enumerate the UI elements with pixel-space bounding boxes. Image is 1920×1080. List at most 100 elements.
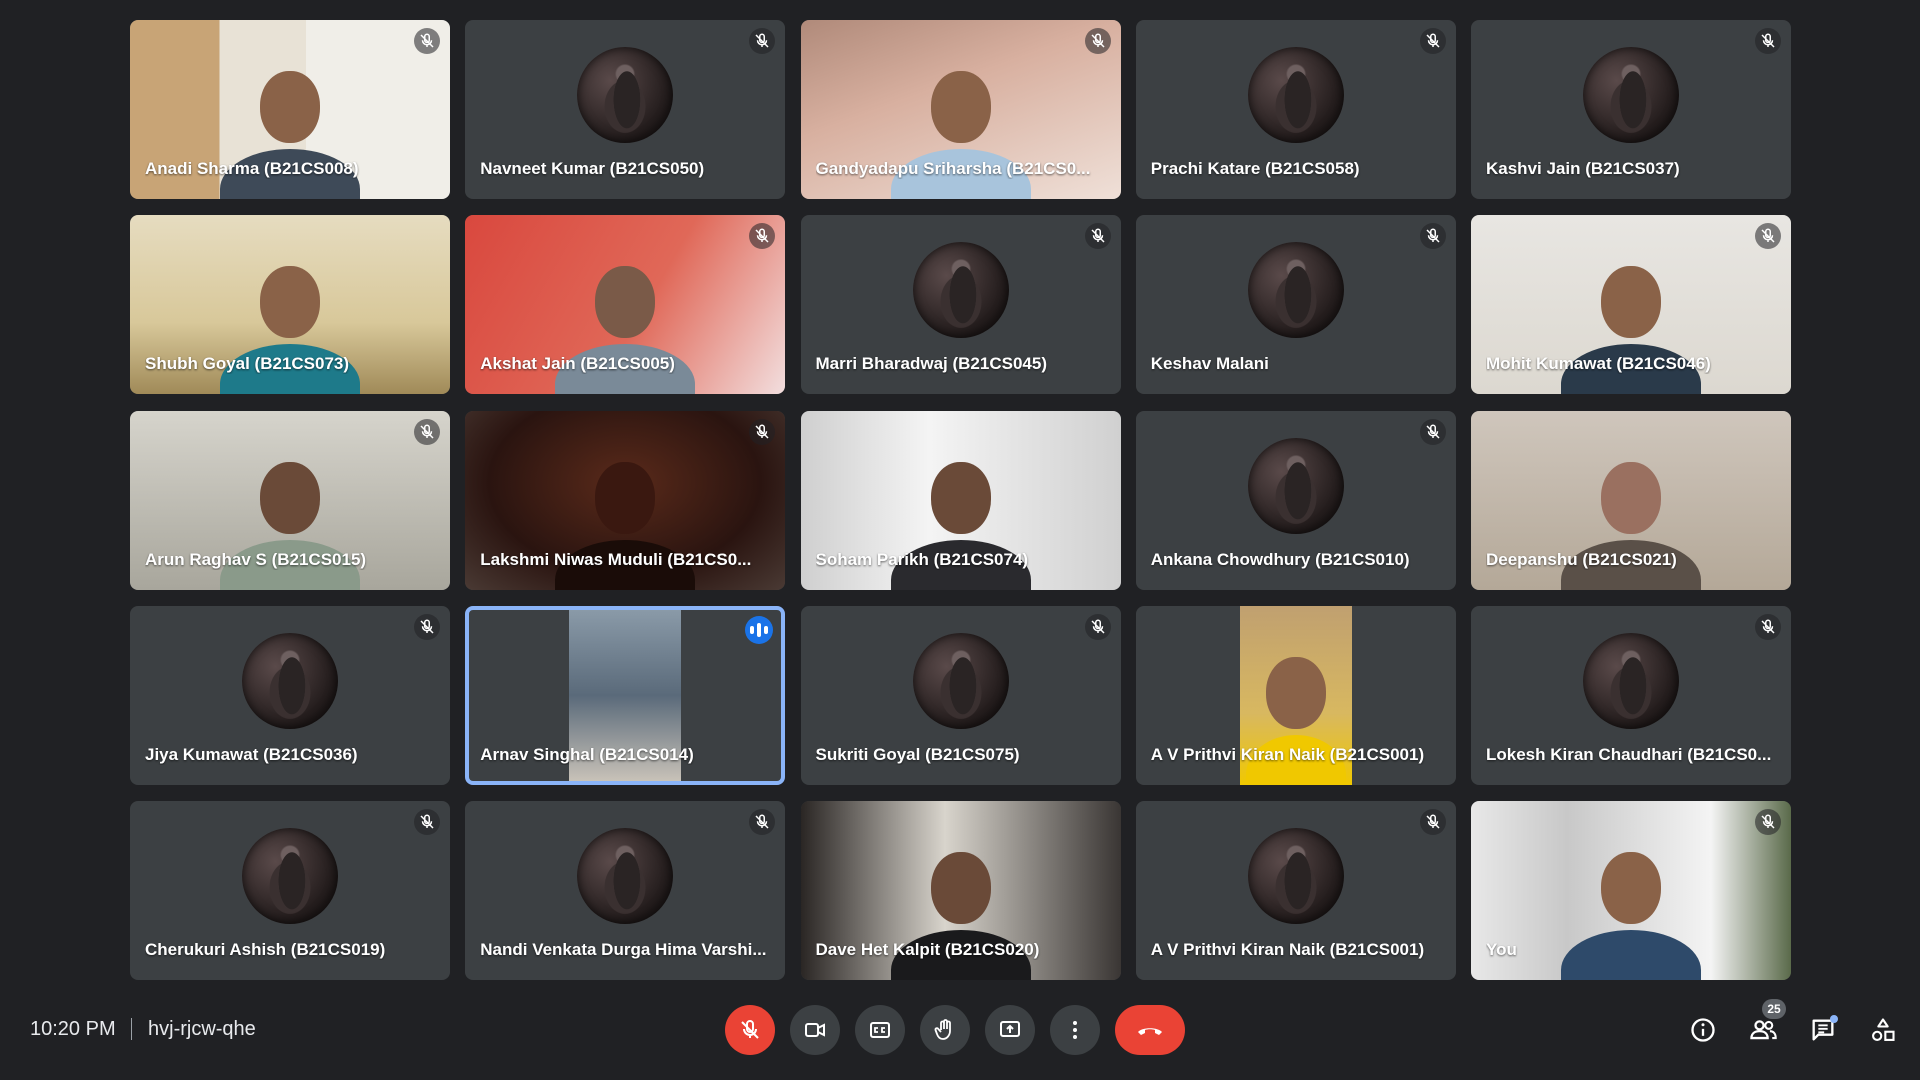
participant-tile[interactable]: A V Prithvi Kiran Naik (B21CS001): [1135, 801, 1456, 980]
participant-avatar: [912, 242, 1009, 339]
participant-tile[interactable]: Shubh Goyal (B21CS073): [130, 215, 450, 395]
info-icon: [1691, 1018, 1715, 1042]
people-count-badge: 25: [1762, 999, 1786, 1019]
participant-tile[interactable]: Arun Raghav S (B21CS015): [130, 410, 450, 590]
raise-hand-button[interactable]: [920, 1005, 970, 1055]
participant-avatar: [1247, 828, 1344, 925]
participant-name: Prachi Katare (B21CS058): [1150, 159, 1360, 178]
present-screen-button[interactable]: [985, 1005, 1035, 1055]
participant-tile[interactable]: Lokesh Kiran Chaudhari (B21CS0...: [1471, 605, 1791, 785]
divider: [131, 1018, 132, 1040]
new-message-dot: [1830, 1015, 1838, 1023]
bottom-toolbar: 10:20 PM hvj-rjcw-qhe 25: [0, 999, 1920, 1060]
participant-avatar: [577, 47, 674, 144]
mic-off-icon: [1419, 809, 1446, 835]
more-vert-icon: [1073, 1021, 1077, 1039]
participant-tile[interactable]: Soham Parikh (B21CS074): [800, 410, 1121, 590]
mic-off-icon: [1755, 28, 1781, 54]
participant-name: A V Prithvi Kiran Naik (B21CS001): [1150, 940, 1425, 959]
participant-avatar: [1247, 437, 1344, 534]
mic-off-icon: [1419, 418, 1446, 445]
participant-avatar: [912, 632, 1009, 729]
participant-name: Lokesh Kiran Chaudhari (B21CS0...: [1486, 744, 1772, 764]
participant-name: Arun Raghav S (B21CS015): [145, 549, 367, 569]
participant-tile[interactable]: Sukriti Goyal (B21CS075): [800, 605, 1121, 785]
participant-tile[interactable]: Marri Bharadwaj (B21CS045): [800, 215, 1121, 395]
participant-tile[interactable]: Gandyadapu Sriharsha (B21CS0...: [800, 20, 1121, 199]
participant-avatar: [577, 828, 674, 925]
participant-name: Mohit Kumawat (B21CS046): [1486, 354, 1711, 374]
participant-name: Nandi Venkata Durga Hima Varshi...: [480, 940, 767, 959]
participant-tile[interactable]: Nandi Venkata Durga Hima Varshi...: [465, 801, 786, 980]
participant-name: Jiya Kumawat (B21CS036): [145, 744, 358, 764]
participant-tile[interactable]: Navneet Kumar (B21CS050): [465, 20, 786, 199]
mic-off-icon: [1419, 223, 1446, 250]
participant-name: Gandyadapu Sriharsha (B21CS0...: [815, 159, 1091, 178]
microphone-toggle-button[interactable]: [725, 1005, 775, 1055]
participant-tile[interactable]: Deepanshu (B21CS021): [1471, 410, 1791, 590]
participant-name: Ankana Chowdhury (B21CS010): [1150, 549, 1410, 569]
mic-off-icon: [414, 613, 440, 640]
closed-captions-icon: [870, 1022, 890, 1038]
meeting-code: hvj-rjcw-qhe: [148, 1018, 256, 1040]
participant-tile[interactable]: Dave Het Kalpit (B21CS020): [800, 801, 1121, 980]
mic-off-icon: [1419, 28, 1446, 54]
leave-call-button[interactable]: [1115, 1005, 1185, 1055]
participant-tile[interactable]: Anadi Sharma (B21CS008): [130, 20, 450, 199]
participant-avatar: [1247, 47, 1344, 144]
participant-tile[interactable]: Kashvi Jain (B21CS037): [1471, 20, 1791, 199]
participant-name: Cherukuri Ashish (B21CS019): [145, 940, 386, 959]
meeting-details-button[interactable]: [1684, 1011, 1722, 1049]
more-options-button[interactable]: [1050, 1005, 1100, 1055]
side-panel-controls: 25: [1684, 999, 1902, 1052]
participant-avatar: [1583, 47, 1679, 144]
speaking-indicator-icon: [745, 615, 774, 644]
participant-tile[interactable]: Akshat Jain (B21CS005): [465, 215, 786, 395]
mic-off-icon: [741, 1020, 759, 1039]
participant-name: Dave Het Kalpit (B21CS020): [815, 940, 1040, 959]
participant-avatar: [242, 828, 338, 925]
activities-button[interactable]: [1864, 1011, 1902, 1049]
mic-off-icon: [749, 418, 776, 445]
captions-button[interactable]: [855, 1005, 905, 1055]
call-controls: [725, 1005, 1185, 1055]
present-screen-icon: [1000, 1021, 1020, 1037]
mic-off-icon: [1084, 28, 1111, 54]
participant-tile[interactable]: Jiya Kumawat (B21CS036): [130, 605, 450, 785]
participant-avatar: [1247, 242, 1344, 339]
participant-grid: Anadi Sharma (B21CS008) Navneet Kumar (B…: [130, 20, 1791, 980]
participant-avatar: [242, 632, 338, 729]
participant-tile[interactable]: Cherukuri Ashish (B21CS019): [130, 801, 450, 980]
people-button[interactable]: 25: [1744, 999, 1786, 1049]
mic-off-icon: [414, 809, 440, 835]
camera-toggle-button[interactable]: [790, 1005, 840, 1055]
mic-off-icon: [1084, 613, 1111, 640]
self-tile[interactable]: You: [1471, 801, 1791, 980]
meeting-time: 10:20 PM: [30, 1018, 116, 1040]
chat-button[interactable]: [1804, 1011, 1842, 1049]
participant-name: Arnav Singhal (B21CS014): [480, 744, 694, 764]
participant-tile[interactable]: A V Prithvi Kiran Naik (B21CS001): [1135, 605, 1456, 785]
participant-name: Anadi Sharma (B21CS008): [145, 159, 359, 178]
raise-hand-icon: [934, 1019, 951, 1040]
participant-tile[interactable]: Lakshmi Niwas Muduli (B21CS0...: [465, 410, 786, 590]
mic-off-icon: [1755, 809, 1781, 835]
mic-off-icon: [749, 809, 776, 835]
participant-tile[interactable]: Mohit Kumawat (B21CS046): [1471, 215, 1791, 395]
people-icon: [1750, 1020, 1777, 1040]
participant-name: A V Prithvi Kiran Naik (B21CS001): [1150, 744, 1425, 764]
participant-name: Lakshmi Niwas Muduli (B21CS0...: [480, 549, 752, 569]
activities-icon: [1872, 1018, 1895, 1041]
mic-off-icon: [749, 28, 776, 54]
participant-name: Kashvi Jain (B21CS037): [1486, 159, 1680, 178]
participant-tile[interactable]: Ankana Chowdhury (B21CS010): [1135, 410, 1456, 590]
participant-tile-speaking[interactable]: Arnav Singhal (B21CS014): [465, 605, 786, 785]
participant-name: Sukriti Goyal (B21CS075): [815, 744, 1020, 764]
mic-off-icon: [1755, 613, 1781, 640]
end-call-icon: [1138, 1028, 1162, 1035]
participant-avatar: [1583, 632, 1679, 729]
participant-tile[interactable]: Keshav Malani: [1135, 215, 1456, 395]
mic-off-icon: [414, 28, 440, 54]
participant-tile[interactable]: Prachi Katare (B21CS058): [1135, 20, 1456, 199]
mic-off-icon: [414, 418, 440, 445]
